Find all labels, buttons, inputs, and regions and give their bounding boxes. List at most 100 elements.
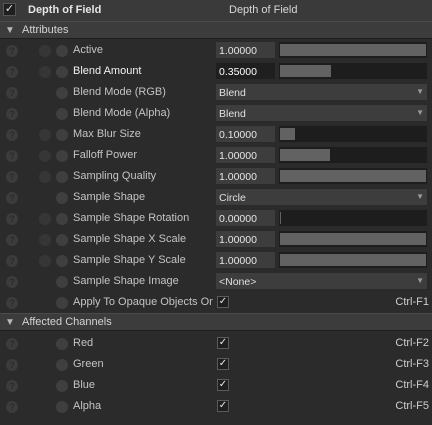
channel-checkbox[interactable]: ✓ (217, 358, 229, 370)
dropdown-arrow-icon: ▼ (416, 108, 424, 117)
value-field[interactable]: 0.35000 (215, 62, 276, 80)
value-field[interactable]: 1.00000 (215, 41, 276, 59)
channel-checkbox[interactable]: ✓ (217, 379, 229, 391)
keyframe-icon[interactable] (56, 45, 68, 57)
plugin-title: Depth of Field (229, 4, 298, 16)
value-slider[interactable] (278, 146, 428, 164)
value-slider[interactable] (278, 41, 428, 59)
attr-row-sample-shape-rotation: ? Sample Shape Rotation 0.00000 (0, 208, 432, 229)
value-slider[interactable] (278, 230, 428, 248)
attr-row-blend-mode-alpha: ? Blend Mode (Alpha) Blend ▼ (0, 103, 432, 124)
animate-icon[interactable] (39, 255, 51, 267)
attr-row-sample-shape: ? Sample Shape Circle ▼ (0, 187, 432, 208)
channel-row-alpha: ? Alpha ✓ Ctrl-F5 (0, 396, 432, 417)
help-icon[interactable]: ? (6, 45, 18, 57)
attr-label: Blend Mode (Alpha) (73, 107, 171, 119)
help-icon[interactable]: ? (6, 401, 18, 413)
help-icon[interactable]: ? (6, 338, 18, 350)
keyframe-icon[interactable] (56, 87, 68, 99)
help-icon[interactable]: ? (6, 150, 18, 162)
dropdown-value: <None> (219, 276, 257, 288)
channel-label: Blue (73, 379, 96, 391)
animate-icon[interactable] (39, 171, 51, 183)
attr-row-falloff-power: ? Falloff Power 1.00000 (0, 145, 432, 166)
keyframe-icon[interactable] (56, 255, 68, 267)
blend-mode-rgb-dropdown[interactable]: Blend ▼ (215, 83, 428, 101)
sample-shape-dropdown[interactable]: Circle ▼ (215, 188, 428, 206)
value-field[interactable]: 1.00000 (215, 230, 276, 248)
help-icon[interactable]: ? (6, 297, 18, 309)
collapse-triangle-icon[interactable]: ▼ (5, 317, 15, 328)
keyframe-icon[interactable] (56, 234, 68, 246)
sample-shape-image-dropdown[interactable]: <None> ▼ (215, 272, 428, 290)
help-icon[interactable]: ? (6, 359, 18, 371)
keyframe-icon[interactable] (56, 380, 68, 392)
help-icon[interactable]: ? (6, 213, 18, 225)
attr-label: Sample Shape (73, 191, 146, 203)
keyframe-icon[interactable] (56, 108, 68, 120)
attributes-section-header[interactable]: ▼ Attributes (0, 21, 432, 39)
animate-icon[interactable] (39, 66, 51, 78)
value-slider[interactable] (278, 251, 428, 269)
value-field[interactable]: 1.00000 (215, 251, 276, 269)
keyframe-icon[interactable] (56, 338, 68, 350)
help-icon[interactable]: ? (6, 171, 18, 183)
value-slider[interactable] (278, 209, 428, 227)
keyframe-icon[interactable] (56, 66, 68, 78)
keyframe-icon[interactable] (56, 129, 68, 141)
channel-checkbox[interactable]: ✓ (217, 337, 229, 349)
apply-to-opaque-checkbox[interactable]: ✓ (217, 296, 229, 308)
dropdown-arrow-icon: ▼ (416, 276, 424, 285)
hotkey-label: Ctrl-F2 (395, 337, 429, 349)
attr-label: Blend Amount (73, 65, 142, 77)
value-slider[interactable] (278, 125, 428, 143)
blend-mode-alpha-dropdown[interactable]: Blend ▼ (215, 104, 428, 122)
attr-label: Blend Mode (RGB) (73, 86, 166, 98)
channel-label: Green (73, 358, 104, 370)
keyframe-icon[interactable] (56, 213, 68, 225)
plugin-enable-checkbox[interactable]: ✓ (3, 3, 16, 16)
help-icon[interactable]: ? (6, 380, 18, 392)
help-icon[interactable]: ? (6, 276, 18, 288)
attr-row-apply-to-opaque: ? Apply To Opaque Objects Onl ✓ Ctrl-F1 (0, 292, 432, 313)
value-slider[interactable] (278, 167, 428, 185)
value-field[interactable]: 0.10000 (215, 125, 276, 143)
channel-checkbox[interactable]: ✓ (217, 400, 229, 412)
keyframe-icon[interactable] (56, 171, 68, 183)
affected-channels-section-header[interactable]: ▼ Affected Channels (0, 313, 432, 331)
animate-icon[interactable] (39, 150, 51, 162)
collapse-triangle-icon[interactable]: ▼ (5, 25, 15, 36)
attr-row-sample-shape-y-scale: ? Sample Shape Y Scale 1.00000 (0, 250, 432, 271)
value-slider[interactable] (278, 62, 428, 80)
help-icon[interactable]: ? (6, 255, 18, 267)
keyframe-icon[interactable] (56, 401, 68, 413)
help-icon[interactable]: ? (6, 108, 18, 120)
keyframe-icon[interactable] (56, 192, 68, 204)
slider-fill (280, 149, 330, 161)
keyframe-icon[interactable] (56, 297, 68, 309)
value-field[interactable]: 1.00000 (215, 146, 276, 164)
animate-icon[interactable] (39, 129, 51, 141)
keyframe-icon[interactable] (56, 359, 68, 371)
slider-fill (280, 44, 426, 56)
value-field[interactable]: 0.00000 (215, 209, 276, 227)
animate-icon[interactable] (39, 234, 51, 246)
hotkey-label: Ctrl-F4 (395, 379, 429, 391)
keyframe-icon[interactable] (56, 150, 68, 162)
dropdown-value: Circle (219, 192, 246, 204)
channel-label: Alpha (73, 400, 102, 412)
attr-row-sampling-quality: ? Sampling Quality 1.00000 (0, 166, 432, 187)
animate-icon[interactable] (39, 213, 51, 225)
channel-row-green: ? Green ✓ Ctrl-F3 (0, 354, 432, 375)
keyframe-icon[interactable] (56, 276, 68, 288)
animate-icon[interactable] (39, 45, 51, 57)
help-icon[interactable]: ? (6, 234, 18, 246)
help-icon[interactable]: ? (6, 66, 18, 78)
help-icon[interactable]: ? (6, 87, 18, 99)
help-icon[interactable]: ? (6, 129, 18, 141)
attr-row-max-blur-size: ? Max Blur Size 0.10000 (0, 124, 432, 145)
attr-row-sample-shape-x-scale: ? Sample Shape X Scale 1.00000 (0, 229, 432, 250)
slider-fill (280, 65, 331, 77)
value-field[interactable]: 1.00000 (215, 167, 276, 185)
help-icon[interactable]: ? (6, 192, 18, 204)
